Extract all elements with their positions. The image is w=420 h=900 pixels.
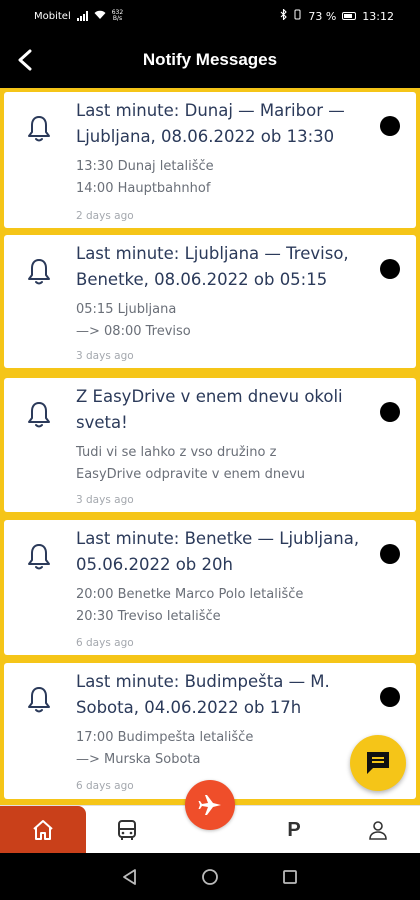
chat-icon xyxy=(367,752,389,774)
notification-card[interactable]: Last minute: Benetke — Ljubljana, 05.06.… xyxy=(4,520,416,655)
notification-body: 13:30 Dunaj letališče 14:00 Hauptbahnhof xyxy=(76,156,366,200)
net-speed: 632 B/s xyxy=(112,10,123,22)
notification-title: Last minute: Ljubljana — Treviso, Benetk… xyxy=(76,244,349,289)
notification-title: Last minute: Budimpešta — M. Sobota, 04.… xyxy=(76,672,330,717)
notification-card[interactable]: Last minute: Ljubljana — Treviso, Benetk… xyxy=(4,235,416,368)
body-line: EasyDrive odpravite v enem dnevu xyxy=(76,467,306,482)
system-nav-bar xyxy=(0,853,420,900)
system-back-button[interactable] xyxy=(118,865,142,889)
bell-icon xyxy=(28,544,50,570)
status-left: Mobitel 632 B/s xyxy=(34,10,123,23)
notification-title: Last minute: Dunaj — Maribor — Ljubljana… xyxy=(76,101,345,146)
chevron-left-icon xyxy=(18,49,32,71)
notification-time: 3 days ago xyxy=(76,494,134,506)
square-recents-icon xyxy=(283,869,297,884)
vibrate-icon xyxy=(293,9,302,23)
notification-time: 6 days ago xyxy=(76,780,134,792)
bus-icon xyxy=(118,820,136,840)
status-bar: Mobitel 632 B/s 73 % 13:12 xyxy=(0,0,420,32)
unread-dot xyxy=(380,402,400,422)
body-line: 14:00 Hauptbahnhof xyxy=(76,181,211,196)
triangle-back-icon xyxy=(123,868,136,885)
notification-body: 05:15 Ljubljana —> 08:00 Treviso xyxy=(76,299,366,343)
unread-dot xyxy=(380,259,400,279)
chat-button[interactable] xyxy=(350,735,406,791)
body-line: 05:15 Ljubljana xyxy=(76,302,177,317)
battery-text: 73 % xyxy=(308,9,337,23)
notification-title: Last minute: Benetke — Ljubljana, 05.06.… xyxy=(76,529,360,574)
bell-icon xyxy=(28,687,50,713)
unread-dot xyxy=(380,116,400,136)
body-line: 17:00 Budimpešta letališče xyxy=(76,730,254,745)
nav-parking[interactable]: P xyxy=(252,806,336,854)
notification-body: 17:00 Budimpešta letališče —> Murska Sob… xyxy=(76,727,366,771)
notification-time: 2 days ago xyxy=(76,210,134,222)
nav-bus[interactable] xyxy=(86,806,168,854)
nav-home[interactable] xyxy=(0,806,86,854)
flights-button[interactable] xyxy=(185,780,235,830)
notifications-list[interactable]: Last minute: Dunaj — Maribor — Ljubljana… xyxy=(0,88,420,805)
body-line: —> 08:00 Treviso xyxy=(76,324,191,339)
person-icon xyxy=(369,821,387,840)
wifi-icon xyxy=(94,10,106,23)
back-button[interactable] xyxy=(12,46,38,74)
body-line: —> Murska Sobota xyxy=(76,752,201,767)
bell-icon xyxy=(28,402,50,428)
bluetooth-icon xyxy=(280,8,288,23)
system-recents-button[interactable] xyxy=(278,865,302,889)
notification-body: 20:00 Benetke Marco Polo letališče 20:30… xyxy=(76,584,366,628)
notification-card[interactable]: Z EasyDrive v enem dnevu okoli sveta! Tu… xyxy=(4,378,416,512)
body-line: 13:30 Dunaj letališče xyxy=(76,159,214,174)
unread-dot xyxy=(380,544,400,564)
clock: 13:12 xyxy=(362,9,394,23)
unread-dot xyxy=(380,687,400,707)
carrier-name: Mobitel xyxy=(34,10,71,22)
net-speed-unit: B/s xyxy=(112,15,123,22)
notification-card[interactable]: Last minute: Dunaj — Maribor — Ljubljana… xyxy=(4,92,416,228)
airplane-icon xyxy=(198,795,221,815)
notification-title: Z EasyDrive v enem dnevu okoli sveta! xyxy=(76,387,343,432)
system-home-button[interactable] xyxy=(198,865,222,889)
body-line: 20:00 Benetke Marco Polo letališče xyxy=(76,587,304,602)
body-line: 20:30 Treviso letališče xyxy=(76,609,221,624)
nav-profile[interactable] xyxy=(336,806,420,854)
notification-body: Tudi vi se lahko z vso družino z EasyDri… xyxy=(76,442,366,486)
home-icon xyxy=(33,820,53,840)
bell-icon xyxy=(28,259,50,285)
status-right: 73 % 13:12 xyxy=(280,8,394,23)
app-header: Notify Messages xyxy=(0,32,420,88)
page-title: Notify Messages xyxy=(142,50,278,69)
notification-time: 6 days ago xyxy=(76,637,134,649)
circle-home-icon xyxy=(202,868,218,885)
battery-icon xyxy=(342,12,357,20)
body-line: Tudi vi se lahko z vso družino z xyxy=(76,445,277,460)
bell-icon xyxy=(28,116,50,142)
signal-icon xyxy=(76,11,88,21)
notification-time: 3 days ago xyxy=(76,350,134,362)
